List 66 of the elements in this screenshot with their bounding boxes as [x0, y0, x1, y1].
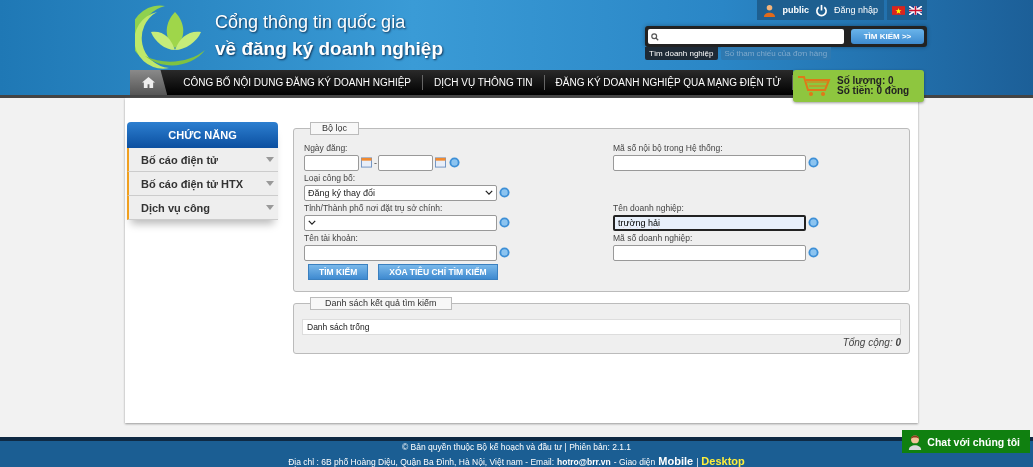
help-icon[interactable] [808, 157, 819, 168]
caret-icon [266, 205, 274, 210]
field-label: Tỉnh/Thành phố nơi đặt trụ sở chính: [304, 203, 444, 214]
sidebar-item[interactable]: Bố cáo điện tử HTX [127, 172, 278, 196]
field-label: Ngày đăng: [304, 143, 349, 154]
text-field[interactable]: trường hải [613, 214, 806, 231]
copyright-text: © Bản quyền thuộc Bộ kế hoạch và đầu tư | Phiên bản: 2.1.1 [401, 441, 632, 452]
username: public [782, 5, 809, 15]
login-link[interactable]: Đăng nhập [833, 5, 878, 15]
interface-link[interactable]: Desktop [701, 454, 745, 467]
chevron-down-icon [485, 190, 493, 195]
help-icon[interactable] [808, 217, 819, 228]
interface-link[interactable]: Mobile [658, 454, 694, 467]
email-link[interactable]: hotro@brr.vn [557, 456, 611, 467]
dropdown[interactable] [304, 214, 497, 231]
calendar-icon[interactable] [435, 157, 446, 168]
vietnam-flag-icon[interactable] [892, 5, 905, 15]
help-icon[interactable] [808, 247, 819, 258]
dropdown[interactable]: Đăng ký thay đổi [304, 184, 497, 201]
panel-legend: Bộ lọc [310, 122, 359, 135]
support-agent-icon [908, 433, 923, 450]
sidebar-title: CHỨC NĂNG [127, 122, 278, 148]
home-tab[interactable] [130, 70, 168, 95]
interface-label: - Giao diện [613, 456, 656, 467]
help-icon[interactable] [499, 217, 510, 228]
nav-link[interactable]: CÔNG BỐ NỘI DUNG ĐĂNG KÝ DOANH NGHIỆP [167, 75, 424, 90]
text-field[interactable] [613, 244, 806, 261]
chat-button[interactable]: Chat với chúng tôi [902, 430, 1030, 453]
panel-legend: Danh sách kết quả tìm kiếm [310, 297, 452, 310]
empty-list-message: Danh sách trống [302, 319, 901, 335]
calendar-icon[interactable] [361, 157, 372, 168]
field-label: Mã số nội bộ trong Hệ thống: [613, 143, 724, 154]
date-field[interactable] [378, 154, 433, 171]
field-label: Tên tài khoản: [304, 233, 359, 244]
help-icon[interactable] [499, 187, 510, 198]
caret-icon [266, 157, 274, 162]
cart-amount: Số tiền: 0 đồng [837, 86, 910, 96]
field-label: Mã số doanh nghiệp: [613, 233, 694, 244]
range-separator: - [374, 157, 377, 168]
home-icon [141, 76, 157, 89]
field-label: Tên doanh nghiệp: [613, 203, 685, 214]
search-tab[interactable]: Tìm doanh nghiệp [645, 47, 718, 60]
text-field[interactable] [613, 154, 806, 171]
user-icon [763, 3, 777, 17]
chevron-down-icon [308, 220, 316, 225]
search-icon [651, 32, 659, 41]
sidebar-item[interactable]: Bố cáo điện tử [127, 148, 278, 172]
caret-icon [266, 181, 274, 186]
cart-icon [797, 74, 833, 98]
date-field[interactable] [304, 154, 359, 171]
nav-link[interactable]: DỊCH VỤ THÔNG TIN [423, 75, 545, 90]
address-text: Địa chỉ : 6B phố Hoàng Diệu, Quận Ba Đình, Hà Nội, Việt nam - Email: [288, 456, 555, 467]
search-field[interactable] [648, 29, 844, 44]
sidebar-item[interactable]: Dịch vụ công [127, 196, 278, 220]
field-label: Loại công bố: [304, 173, 357, 184]
help-icon[interactable] [499, 247, 510, 258]
cart-panel[interactable]: Số lượng: 0 Số tiền: 0 đồng [793, 70, 924, 102]
help-icon[interactable] [449, 157, 460, 168]
uk-flag-icon[interactable] [909, 5, 922, 15]
portal-title: Cổng thông tin quốc gia [215, 12, 407, 33]
cart-quantity: Số lượng: 0 [837, 76, 894, 86]
portal-subtitle: về đăng ký doanh nghiệp [215, 38, 444, 60]
total-count: Tổng cộng: 0 [842, 337, 901, 348]
power-icon[interactable] [814, 3, 828, 17]
text-field[interactable] [304, 244, 497, 261]
separator-text: | [696, 456, 699, 467]
